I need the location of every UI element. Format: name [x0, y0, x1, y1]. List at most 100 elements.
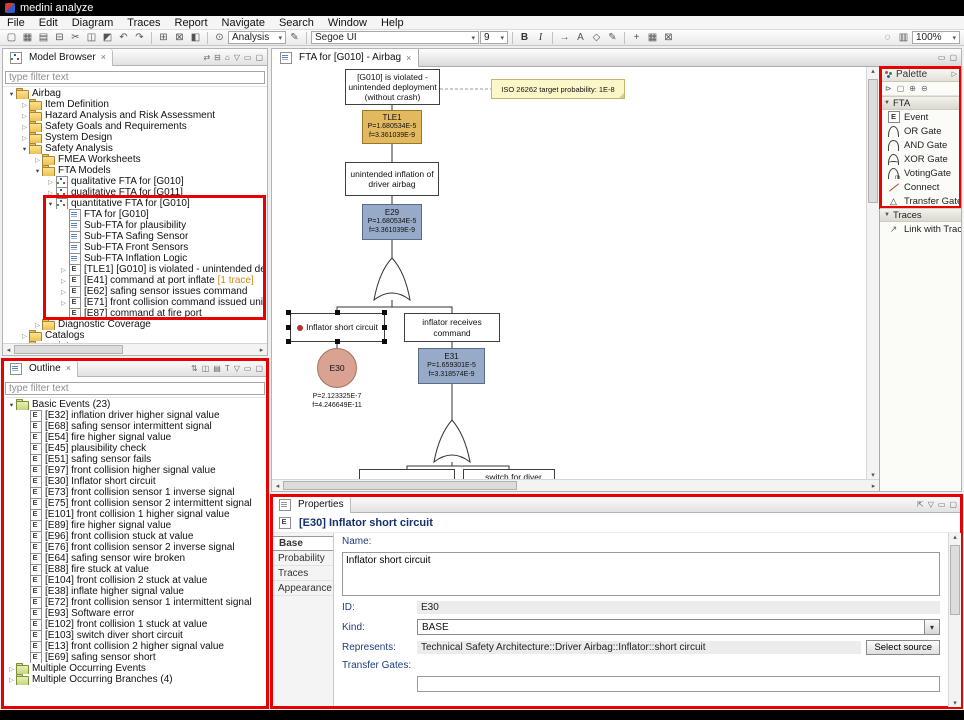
palette-item-voting-gate[interactable]: VotingGate — [880, 166, 961, 180]
menu-diagram[interactable]: Diagram — [65, 17, 121, 29]
close-icon[interactable]: × — [101, 52, 106, 62]
tree-item[interactable]: qualitative FTA for [G011] — [3, 187, 267, 198]
menu-edit[interactable]: Edit — [32, 17, 65, 29]
palette-header[interactable]: Palette ▷ — [880, 67, 961, 82]
view-menu-button[interactable]: ▽ — [928, 500, 934, 509]
tree-item[interactable]: [E71] front collision command issued uni… — [3, 297, 267, 308]
tree-item[interactable]: [E30] Inflator short circuit — [3, 476, 267, 487]
minimize-button[interactable]: ▭ — [938, 53, 946, 62]
save-all-button[interactable]: ▤ — [36, 31, 51, 45]
properties-tab[interactable]: Probability — [272, 551, 333, 566]
tab-outline[interactable]: Outline × — [3, 360, 78, 377]
properties-tab[interactable]: Appearance — [272, 581, 333, 596]
new-button[interactable]: ▢ — [4, 31, 19, 45]
or-gate-upper[interactable] — [374, 258, 410, 300]
editor-vscrollbar[interactable]: ▴ ▾ — [866, 67, 879, 479]
scroll-right-icon[interactable]: ▸ — [868, 482, 879, 490]
tree-item[interactable]: [E76] front collision sensor 2 inverse s… — [3, 542, 267, 553]
selection-handle[interactable] — [382, 310, 387, 315]
tree-item[interactable]: FTA Models — [3, 165, 267, 176]
maximize-button[interactable]: ▢ — [255, 53, 263, 62]
maximize-button[interactable]: ▢ — [255, 364, 263, 373]
delete-button[interactable]: ⊠ — [172, 31, 187, 45]
font-color-button[interactable]: A — [573, 31, 588, 45]
expand-arrow-icon[interactable] — [33, 167, 42, 175]
expand-arrow-icon[interactable] — [46, 178, 55, 186]
tree-item[interactable]: [E54] fire higher signal value — [3, 432, 267, 443]
pin-button[interactable]: ⇱ — [917, 500, 924, 509]
selection-handle[interactable] — [286, 310, 291, 315]
filter-button[interactable]: ◫ — [202, 364, 210, 373]
palette-section-traces[interactable]: ▼ Traces — [880, 208, 961, 222]
expand-arrow-icon[interactable] — [20, 112, 29, 120]
home-button[interactable]: ⌂ — [225, 53, 230, 62]
outline-filter-input[interactable] — [5, 382, 265, 395]
tree-item[interactable]: Sub-FTA Inflation Logic — [3, 253, 267, 264]
layers-button[interactable]: ▥ — [896, 31, 911, 45]
tree-item[interactable]: qualitative FTA for [G010] — [3, 176, 267, 187]
link-button[interactable]: ◧ — [188, 31, 203, 45]
tree-item[interactable]: FMEA Worksheets — [3, 154, 267, 165]
scroll-down-icon[interactable]: ▾ — [867, 471, 879, 479]
properties-vscrollbar[interactable]: ▴ ▾ — [948, 533, 961, 707]
font-size-combo[interactable]: 9 — [480, 31, 508, 44]
copy-button[interactable]: ◫ — [84, 31, 99, 45]
tree-item[interactable]: FTA for [G010] — [3, 209, 267, 220]
tree-item[interactable]: [E101] front collision 1 higher signal v… — [3, 509, 267, 520]
properties-tab[interactable]: Traces — [272, 566, 333, 581]
scroll-up-icon[interactable]: ▴ — [867, 67, 879, 75]
model-browser-hscrollbar[interactable]: ◂ ▸ — [3, 343, 267, 355]
tree-item[interactable]: [E89] fire higher signal value — [3, 520, 267, 531]
tree-item[interactable]: [E69] safing sensor short — [3, 652, 267, 663]
tree-item[interactable]: [E64] safing sensor wire broken — [3, 553, 267, 564]
fta-node-e30[interactable]: E30 — [317, 348, 357, 388]
tree-item[interactable]: [E62] safing sensor issues command — [3, 286, 267, 297]
expand-arrow-icon[interactable] — [7, 665, 16, 673]
menu-help[interactable]: Help — [374, 17, 411, 29]
maximize-button[interactable]: ▢ — [949, 53, 957, 62]
scroll-right-icon[interactable]: ▸ — [256, 346, 267, 354]
cut-button[interactable]: ✂ — [68, 31, 83, 45]
selection-handle[interactable] — [335, 310, 340, 315]
select-source-button[interactable]: Select source — [866, 640, 940, 655]
selection-handle[interactable] — [286, 339, 291, 344]
scroll-left-icon[interactable]: ◂ — [272, 482, 283, 490]
tree-item[interactable]: [E87] command at fire port — [3, 308, 267, 319]
selection-handle[interactable] — [382, 339, 387, 344]
tab-fta-editor[interactable]: FTA for [G010] - Airbag × — [272, 49, 419, 67]
print-button[interactable]: ⊟ — [52, 31, 67, 45]
scrollbar-thumb[interactable] — [14, 345, 123, 354]
transfer-gates-field[interactable] — [417, 676, 940, 692]
expand-arrow-icon[interactable] — [7, 401, 16, 409]
tree-item[interactable]: [E93] Software error — [3, 608, 267, 619]
fta-node-e31[interactable]: E31 P=1.659301E-5 f=3.318574E-9 — [418, 348, 485, 384]
menu-navigate[interactable]: Navigate — [215, 17, 272, 29]
analysis-combo[interactable]: Analysis — [228, 31, 286, 44]
types-mode-button[interactable]: T — [225, 364, 230, 373]
scroll-up-icon[interactable]: ▴ — [949, 533, 961, 541]
tab-properties[interactable]: Properties — [272, 496, 351, 513]
palette-item-and-gate[interactable]: AND Gate — [880, 138, 961, 152]
marquee-tool[interactable]: ▢ — [897, 84, 905, 93]
tree-item[interactable]: Multiple Occurring Branches (4) — [3, 674, 267, 685]
expand-arrow-icon[interactable] — [59, 299, 68, 307]
tree-item[interactable]: [E88] fire stuck at value — [3, 564, 267, 575]
minimize-button[interactable]: ▭ — [938, 500, 946, 509]
tree-item[interactable]: [E75] front collision sensor 2 intermitt… — [3, 498, 267, 509]
tree-item[interactable]: [E102] front collision 1 stuck at value — [3, 619, 267, 630]
fta-node-inflation-driver-higher[interactable]: inflation driver higher — [359, 469, 455, 479]
line-color-button[interactable]: ✎ — [605, 31, 620, 45]
analysis-pin-button[interactable]: ⊙ — [212, 31, 227, 45]
palette-item-event[interactable]: Event — [880, 110, 961, 124]
fta-node-inflator-short-circuit[interactable]: Inflator short circuit — [290, 313, 385, 342]
scrollbar-thumb[interactable] — [868, 79, 878, 203]
menu-window[interactable]: Window — [321, 17, 374, 29]
tree-item[interactable]: quantitative FTA for [G010] — [3, 198, 267, 209]
tree-item[interactable]: [TLE1] [G010] is violated - unintended d… — [3, 264, 267, 275]
fta-diagram-canvas[interactable]: [G010] is violated - unintended deployme… — [272, 67, 866, 479]
connector-style-button[interactable]: → — [557, 31, 572, 45]
fta-node-tle1[interactable]: TLE1 P=1.680534E-5 f=3.361039E-9 — [362, 110, 422, 144]
tree-item[interactable]: [E32] inflation driver higher signal val… — [3, 410, 267, 421]
expand-arrow-icon[interactable] — [46, 200, 55, 208]
model-browser-filter-input[interactable] — [5, 71, 265, 84]
